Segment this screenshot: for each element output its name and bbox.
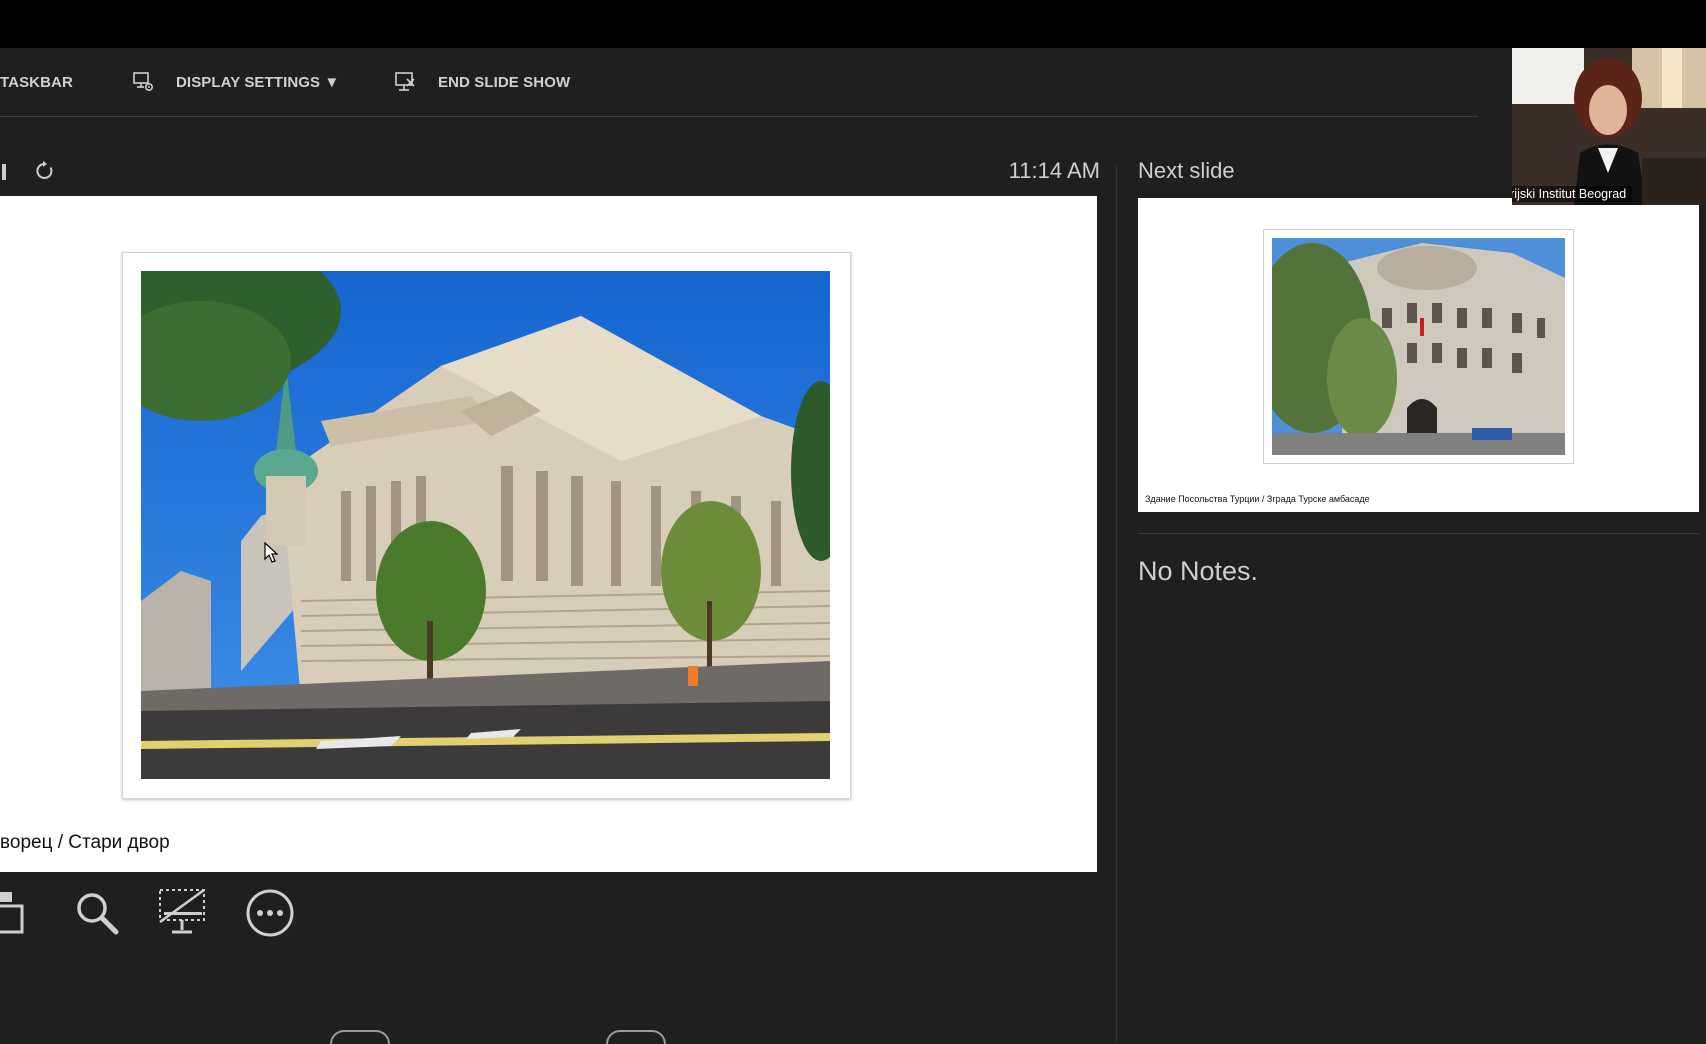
embassy-illustration bbox=[1272, 238, 1565, 455]
current-slide: ворец / Стари двор bbox=[0, 196, 1097, 872]
slide-controls-row: 11:14 AM bbox=[0, 150, 1100, 192]
end-slide-show-button[interactable]: END SLIDE SHOW bbox=[394, 48, 570, 116]
show-taskbar-button[interactable]: TASKBAR bbox=[0, 48, 73, 116]
clock-time: 11:14 AM bbox=[1008, 158, 1100, 183]
magnifier-icon[interactable] bbox=[72, 888, 122, 938]
slide-photo-frame bbox=[122, 252, 851, 799]
pause-timer-icon[interactable] bbox=[2, 164, 6, 180]
presenter-toolbar: TASKBAR DISPLAY SETTINGS ▼ END SLIDE SHO… bbox=[0, 48, 1478, 117]
mouse-pointer-icon bbox=[264, 542, 279, 563]
palace-illustration bbox=[141, 271, 830, 779]
slides-grid-icon[interactable] bbox=[0, 888, 38, 938]
next-slide-arc[interactable] bbox=[606, 1030, 666, 1044]
monitor-x-icon bbox=[395, 72, 415, 91]
next-slide-preview[interactable]: Здание Посольства Турции / Зграда Турске… bbox=[1138, 198, 1699, 512]
embassy-photo bbox=[1272, 238, 1565, 455]
ellipsis-circle-icon[interactable] bbox=[245, 888, 295, 938]
old-palace-photo bbox=[141, 271, 830, 779]
display-settings-label: DISPLAY SETTINGS ▼ bbox=[176, 73, 340, 91]
next-slide-photo-frame bbox=[1263, 229, 1574, 464]
participant-name: Istorijski Institut Beograd bbox=[1512, 186, 1633, 202]
monitor-gear-icon bbox=[133, 72, 154, 92]
participant-video bbox=[1512, 48, 1706, 205]
webcam-thumbnail[interactable]: Istorijski Institut Beograd bbox=[1512, 48, 1706, 205]
end-slide-show-label: END SLIDE SHOW bbox=[438, 73, 571, 91]
monitor-slash-icon[interactable] bbox=[158, 888, 208, 938]
previous-slide-arc[interactable] bbox=[330, 1030, 390, 1044]
refresh-icon[interactable] bbox=[34, 160, 56, 182]
speaker-notes: No Notes. bbox=[1138, 556, 1259, 586]
display-settings-button[interactable]: DISPLAY SETTINGS ▼ bbox=[132, 48, 339, 116]
next-slide-label: Next slide bbox=[1138, 158, 1235, 183]
notes-divider bbox=[1138, 533, 1699, 534]
presenter-bottom-tools bbox=[0, 888, 300, 944]
taskbar-label: TASKBAR bbox=[0, 73, 73, 91]
pane-divider[interactable] bbox=[1116, 165, 1117, 1043]
next-slide-caption: Здание Посольства Турции / Зграда Турске… bbox=[1145, 494, 1370, 504]
slide-caption: ворец / Стари двор bbox=[0, 832, 170, 853]
window-top-bar bbox=[0, 0, 1706, 48]
